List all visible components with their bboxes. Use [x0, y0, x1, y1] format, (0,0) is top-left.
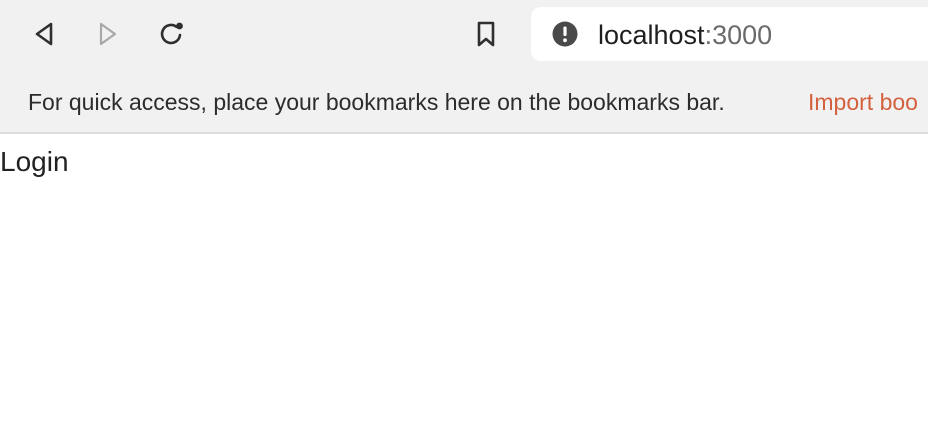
- back-arrow-icon: [35, 22, 53, 46]
- url-text[interactable]: localhost:3000: [598, 19, 772, 51]
- browser-chrome: localhost:3000 For quick access, place y…: [0, 0, 928, 134]
- import-bookmarks-link[interactable]: Import boo: [808, 88, 918, 116]
- reload-button[interactable]: [152, 14, 192, 54]
- bookmark-button[interactable]: [466, 14, 506, 54]
- forward-arrow-icon: [99, 22, 117, 46]
- browser-toolbar: localhost:3000: [0, 0, 928, 70]
- bookmarks-bar-message: For quick access, place your bookmarks h…: [28, 89, 725, 115]
- bookmarks-bar: For quick access, place your bookmarks h…: [0, 70, 928, 132]
- page-title: Login: [0, 146, 69, 177]
- site-info-button[interactable]: [552, 21, 578, 47]
- address-bar[interactable]: localhost:3000: [531, 7, 928, 61]
- url-port: :3000: [704, 20, 773, 50]
- info-warning-icon: [552, 21, 578, 47]
- forward-button[interactable]: [88, 14, 128, 54]
- reload-icon: [160, 22, 183, 45]
- page-content: Login: [0, 134, 928, 432]
- back-button[interactable]: [24, 14, 64, 54]
- bookmark-icon: [477, 21, 495, 47]
- url-host: localhost: [598, 20, 705, 50]
